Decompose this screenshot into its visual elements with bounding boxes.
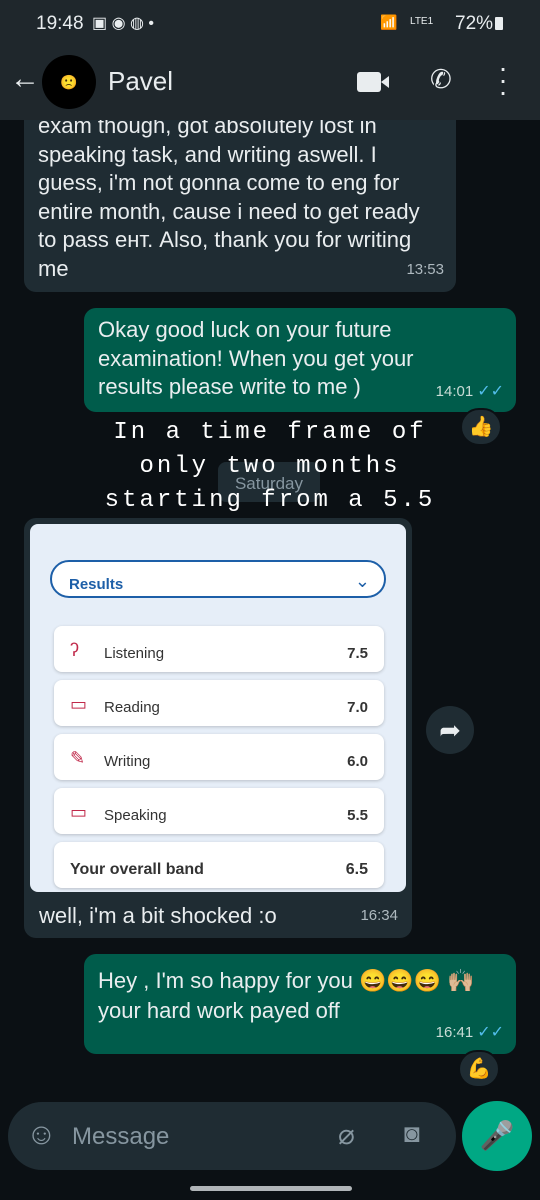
message-time: 14:01	[435, 382, 474, 400]
avatar[interactable]: 🙁	[42, 55, 96, 109]
contact-name[interactable]: Pavel	[108, 66, 173, 97]
overlay-line: starting from a 5.5	[104, 487, 436, 514]
score-value: 6.0	[347, 753, 368, 770]
speech-bubble-icon: ▭	[70, 802, 88, 822]
score-row: ▭ Speaking 5.5	[54, 788, 384, 834]
network-label: LTE1	[410, 16, 434, 27]
overall-band-row: Your overall band 6.5	[54, 842, 384, 888]
message-composer[interactable]: ☺ Message ⌀ ◙	[8, 1102, 456, 1170]
score-label: Writing	[104, 753, 151, 770]
score-label: Speaking	[104, 807, 167, 824]
pen-icon: ✎	[70, 748, 86, 768]
back-arrow-icon[interactable]: ←	[10, 62, 40, 96]
status-bar: 19:48 ▣ ◉ ◍ • 📶 LTE1 72%	[0, 0, 540, 48]
results-dropdown-label: Results	[69, 576, 124, 593]
home-indicator[interactable]	[190, 1186, 352, 1191]
overlay-line: In a time frame of	[113, 419, 427, 446]
attach-icon[interactable]: ⌀	[338, 1118, 355, 1151]
phone-icon[interactable]: ✆	[430, 64, 452, 95]
score-row: ▭ Reading 7.0	[54, 680, 384, 726]
book-icon: ▭	[70, 694, 88, 714]
results-image[interactable]: Results ⌄ ʔ Listening 7.5 ▭ Reading 7.0 ✎ Wri…	[30, 524, 406, 892]
message-input[interactable]: Message	[72, 1123, 169, 1151]
overall-score: 6.5	[345, 861, 368, 878]
chat-header: ← 🙁 Pavel ✆ · · ·	[0, 48, 540, 120]
camera-icon[interactable]: ◙	[404, 1118, 420, 1149]
reaction-badge[interactable]: 💪	[458, 1050, 500, 1088]
overlay-line: only two months	[139, 453, 401, 480]
overlay-text: In a time frame of only two months start…	[60, 416, 480, 518]
video-call-icon[interactable]	[357, 72, 381, 92]
score-row: ʔ Listening 7.5	[54, 626, 384, 672]
message-text: Hey , I'm so happy for you 😄😄😄 🙌🏼 your h…	[98, 968, 475, 1023]
notification-icons: ▣ ◉ ◍ •	[92, 15, 154, 32]
message-outgoing[interactable]: Hey , I'm so happy for you 😄😄😄 🙌🏼 your h…	[84, 954, 516, 1054]
message-text: Okay good luck on your future examinatio…	[98, 317, 414, 399]
clock: 19:48	[36, 13, 84, 34]
results-dropdown[interactable]: Results ⌄	[50, 560, 386, 598]
message-incoming[interactable]: exam though, got absolutely lost in spea…	[24, 100, 456, 292]
chevron-down-icon: ⌄	[354, 571, 370, 591]
wifi-icon: 📶	[380, 14, 398, 30]
score-row: ✎ Writing 6.0	[54, 734, 384, 780]
score-label: Reading	[104, 699, 160, 716]
message-time: 16:34	[360, 906, 398, 924]
overall-label: Your overall band	[70, 861, 204, 878]
score-label: Listening	[104, 645, 165, 662]
message-time: 13:53	[406, 260, 444, 278]
emoji-icon[interactable]: ☺	[26, 1118, 57, 1152]
score-value: 7.5	[347, 645, 368, 662]
battery-level: 72%	[455, 13, 494, 34]
score-value: 7.0	[347, 699, 368, 716]
message-incoming-image[interactable]: Results ⌄ ʔ Listening 7.5 ▭ Reading 7.0 ✎ Wri…	[24, 518, 412, 938]
message-text: well, i'm a bit shocked :o	[39, 903, 277, 928]
ear-icon: ʔ	[70, 640, 79, 660]
read-ticks-icon: ✓✓	[477, 1024, 504, 1041]
video-call-icon-lens	[381, 76, 389, 88]
forward-icon[interactable]: ➦	[426, 706, 474, 754]
more-vert-icon[interactable]: · · ·	[498, 54, 508, 106]
microphone-button[interactable]: 🎤	[462, 1101, 532, 1171]
score-value: 5.5	[347, 807, 368, 824]
battery-icon	[495, 17, 503, 30]
message-outgoing[interactable]: Okay good luck on your future examinatio…	[84, 308, 516, 412]
message-time: 16:41	[435, 1024, 474, 1041]
message-text: exam though, got absolutely lost in spea…	[38, 113, 420, 281]
read-ticks-icon: ✓✓	[477, 382, 504, 400]
